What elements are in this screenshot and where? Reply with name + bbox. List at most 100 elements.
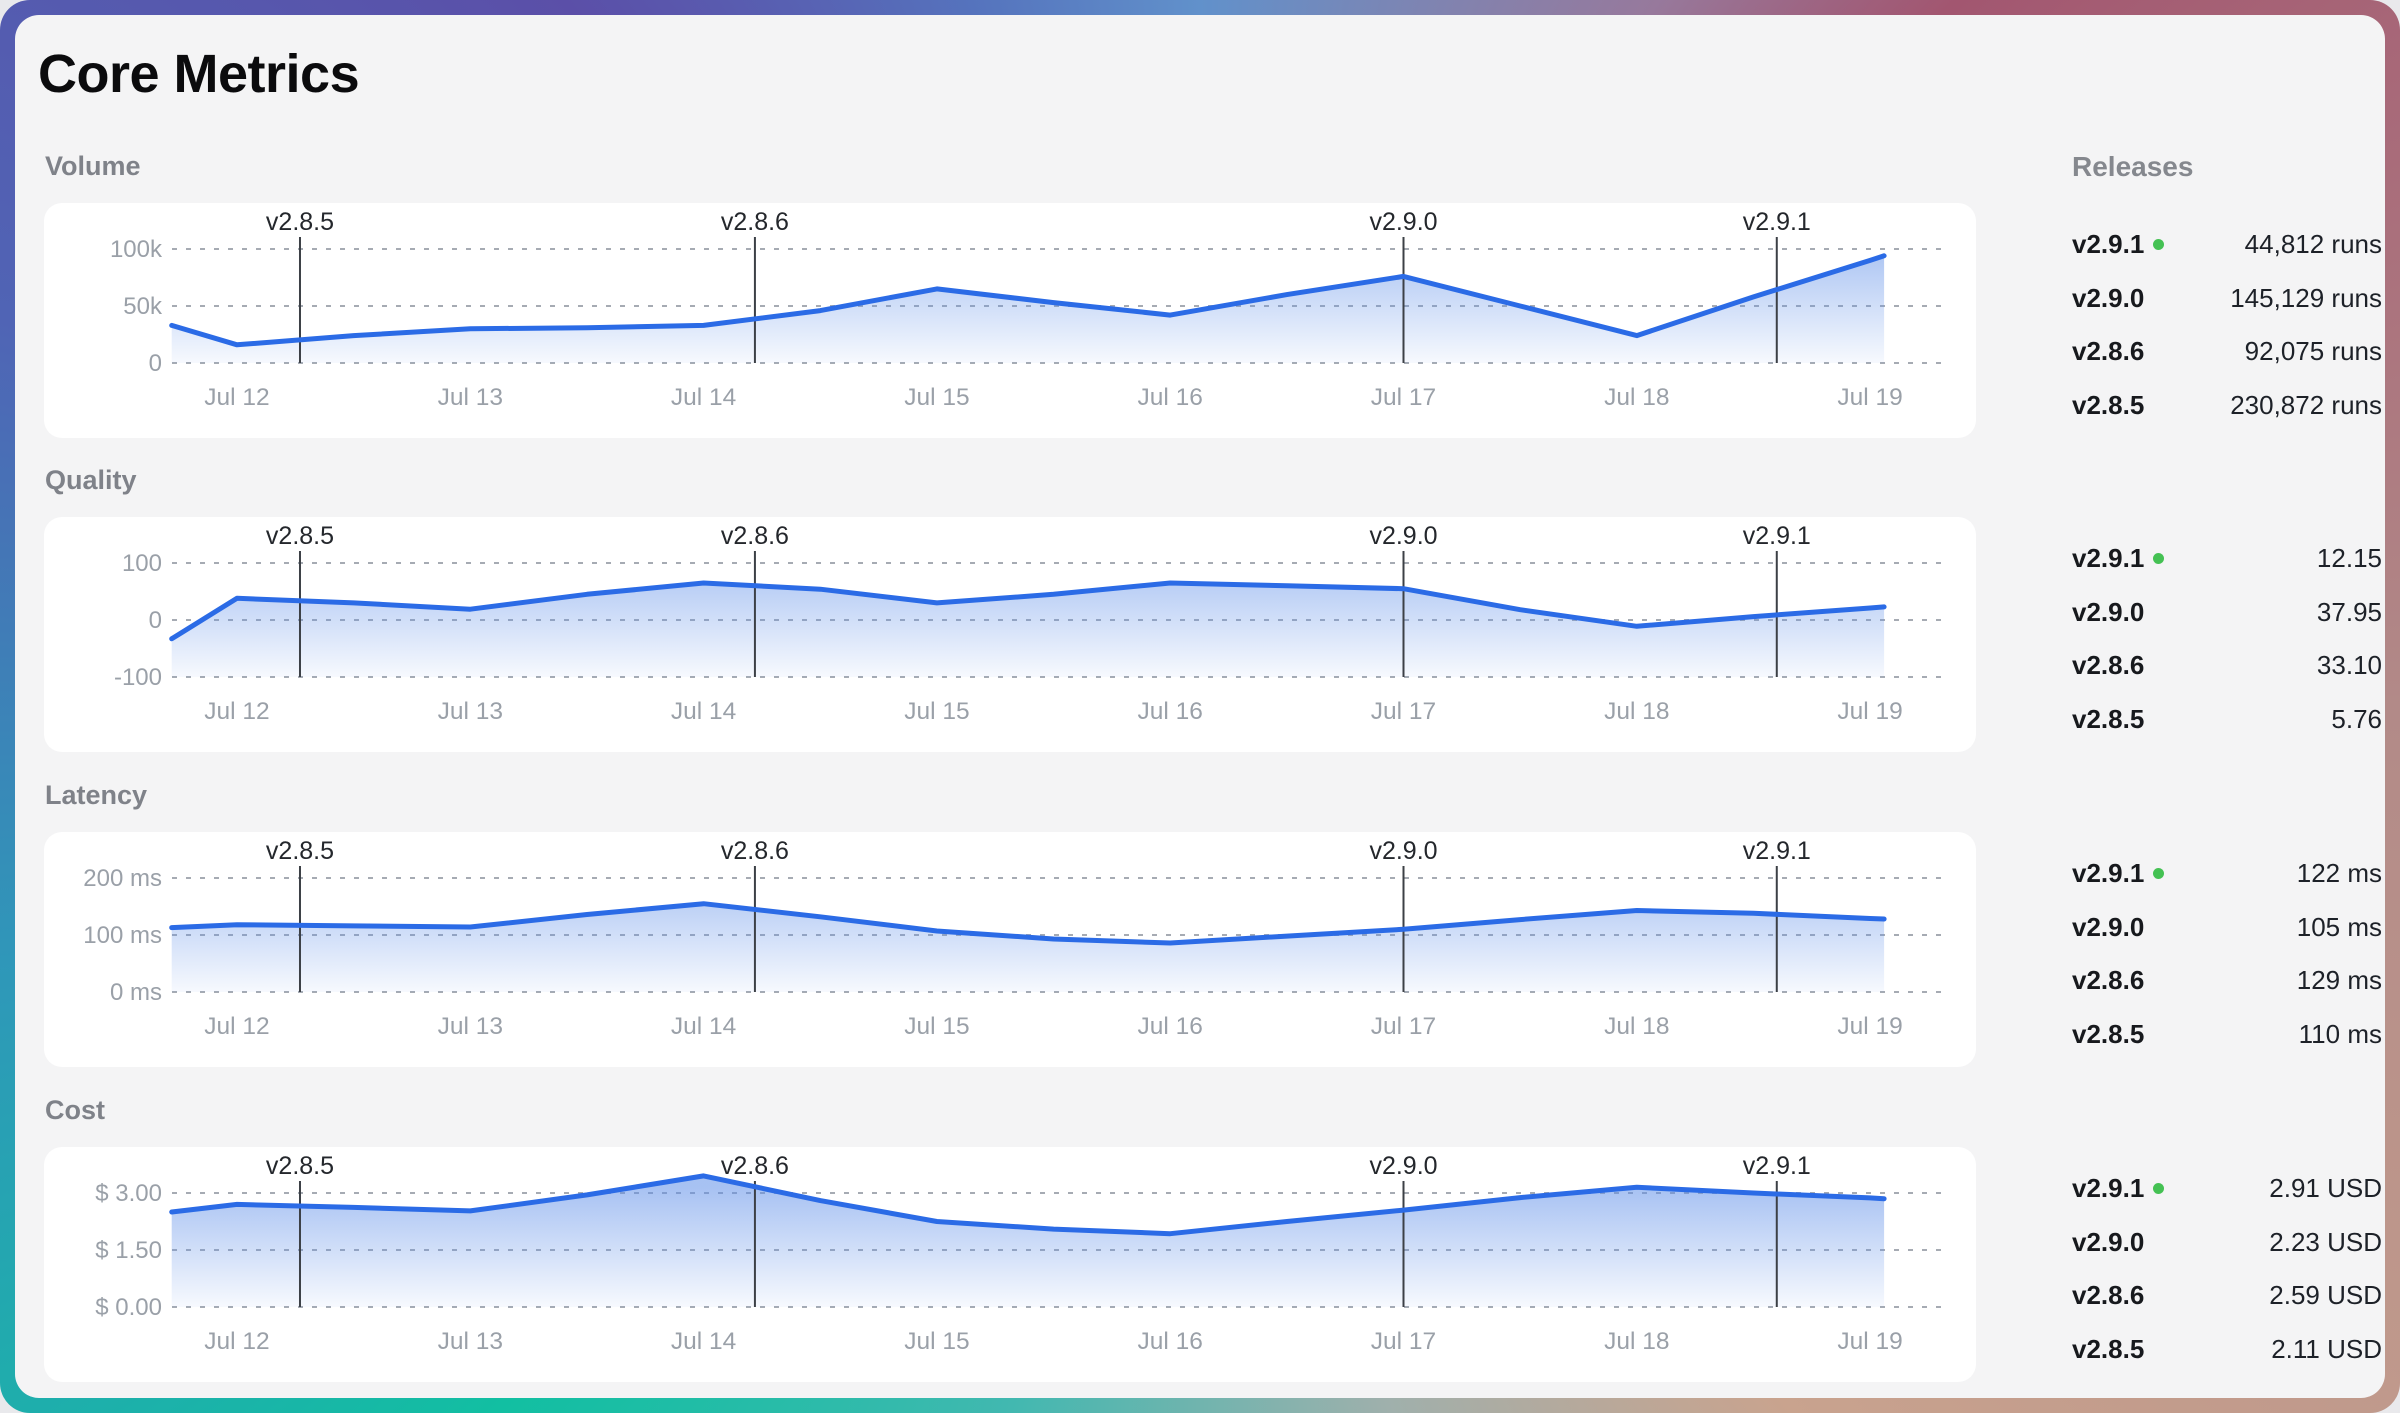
release-row: v2.9.1 2.91 USD	[2072, 1162, 2382, 1216]
svg-text:v2.9.1: v2.9.1	[1743, 522, 1811, 550]
release-row: v2.8.6 92,075 runs	[2072, 325, 2382, 379]
svg-text:Jul 19: Jul 19	[1837, 1328, 1902, 1355]
svg-text:$ 1.50: $ 1.50	[95, 1237, 162, 1264]
svg-text:v2.9.1: v2.9.1	[1743, 208, 1811, 236]
svg-text:Jul 14: Jul 14	[671, 698, 736, 725]
svg-text:0 ms: 0 ms	[110, 979, 162, 1006]
release-row: v2.9.1 12.15	[2072, 532, 2382, 586]
svg-text:Jul 16: Jul 16	[1138, 698, 1203, 725]
core-metrics-screen: Core Metrics Volume Quality Latency Cost…	[0, 0, 2400, 1413]
release-value: 2.23 USD	[2269, 1227, 2382, 1258]
release-value: 105 ms	[2297, 912, 2382, 943]
svg-text:Jul 18: Jul 18	[1604, 1013, 1669, 1040]
svg-text:$ 0.00: $ 0.00	[95, 1294, 162, 1321]
release-value: 122 ms	[2297, 858, 2382, 889]
dashboard-page: Core Metrics Volume Quality Latency Cost…	[15, 15, 2385, 1398]
release-row: v2.8.5 110 ms	[2072, 1008, 2382, 1062]
page-title: Core Metrics	[38, 43, 359, 105]
svg-text:Jul 18: Jul 18	[1604, 1328, 1669, 1355]
release-value: 44,812 runs	[2245, 229, 2382, 260]
latency-chart-card: 200 ms100 ms0 msv2.8.5v2.8.6v2.9.0v2.9.1…	[44, 832, 1976, 1067]
release-row: v2.9.0 105 ms	[2072, 901, 2382, 955]
section-label-volume: Volume	[45, 151, 141, 182]
latency-chart[interactable]: 200 ms100 ms0 msv2.8.5v2.8.6v2.9.0v2.9.1…	[44, 832, 1976, 1067]
svg-text:v2.9.0: v2.9.0	[1369, 522, 1437, 550]
volume-chart-card: 100k50k0v2.8.5v2.8.6v2.9.0v2.9.1Jul 12Ju…	[44, 203, 1976, 438]
release-version: v2.9.0	[2072, 597, 2144, 628]
release-value: 37.95	[2317, 597, 2382, 628]
latest-release-dot-icon	[2153, 553, 2164, 564]
release-value: 5.76	[2331, 704, 2382, 735]
quality-chart-card: 1000-100v2.8.5v2.8.6v2.9.0v2.9.1Jul 12Ju…	[44, 517, 1976, 752]
svg-text:Jul 16: Jul 16	[1138, 1013, 1203, 1040]
svg-text:0: 0	[149, 350, 162, 377]
release-value: 145,129 runs	[2230, 283, 2382, 314]
svg-text:v2.8.5: v2.8.5	[266, 208, 334, 236]
svg-text:Jul 15: Jul 15	[904, 384, 969, 411]
releases-group-volume: v2.9.1 44,812 runs v2.9.0 145,129 runs v…	[2072, 218, 2382, 432]
svg-text:Jul 12: Jul 12	[204, 1013, 269, 1040]
svg-text:Jul 18: Jul 18	[1604, 384, 1669, 411]
release-version: v2.8.5	[2072, 390, 2144, 421]
release-row: v2.9.1 122 ms	[2072, 847, 2382, 901]
svg-text:Jul 13: Jul 13	[438, 1013, 503, 1040]
svg-text:Jul 13: Jul 13	[438, 1328, 503, 1355]
releases-heading: Releases	[2072, 151, 2193, 183]
svg-text:Jul 13: Jul 13	[438, 698, 503, 725]
section-label-cost: Cost	[45, 1095, 105, 1126]
svg-text:Jul 17: Jul 17	[1371, 384, 1436, 411]
release-row: v2.8.6 2.59 USD	[2072, 1269, 2382, 1323]
release-version: v2.9.1	[2072, 229, 2164, 260]
latest-release-dot-icon	[2153, 868, 2164, 879]
release-version: v2.9.1	[2072, 858, 2164, 889]
latest-release-dot-icon	[2153, 239, 2164, 250]
quality-chart[interactable]: 1000-100v2.8.5v2.8.6v2.9.0v2.9.1Jul 12Ju…	[44, 517, 1976, 752]
latest-release-dot-icon	[2153, 1183, 2164, 1194]
cost-chart-card: $ 3.00$ 1.50$ 0.00v2.8.5v2.8.6v2.9.0v2.9…	[44, 1147, 1976, 1382]
release-value: 92,075 runs	[2245, 336, 2382, 367]
svg-text:100k: 100k	[110, 236, 163, 263]
release-row: v2.8.6 33.10	[2072, 639, 2382, 693]
release-row: v2.8.5 5.76	[2072, 693, 2382, 747]
release-version: v2.9.1	[2072, 1173, 2164, 1204]
release-version: v2.8.6	[2072, 965, 2144, 996]
svg-text:Jul 12: Jul 12	[204, 384, 269, 411]
releases-group-quality: v2.9.1 12.15 v2.9.0 37.95 v2.8.6 33.10 v…	[2072, 532, 2382, 746]
svg-text:$ 3.00: $ 3.00	[95, 1180, 162, 1207]
svg-text:v2.8.6: v2.8.6	[721, 208, 789, 236]
cost-chart[interactable]: $ 3.00$ 1.50$ 0.00v2.8.5v2.8.6v2.9.0v2.9…	[44, 1147, 1976, 1382]
release-value: 2.11 USD	[2271, 1334, 2382, 1365]
release-value: 110 ms	[2299, 1019, 2382, 1050]
release-version: v2.8.5	[2072, 1334, 2144, 1365]
release-value: 2.59 USD	[2269, 1280, 2382, 1311]
release-version: v2.8.6	[2072, 1280, 2144, 1311]
release-version: v2.8.5	[2072, 1019, 2144, 1050]
svg-text:Jul 15: Jul 15	[904, 698, 969, 725]
release-row: v2.9.1 44,812 runs	[2072, 218, 2382, 272]
svg-text:v2.9.0: v2.9.0	[1369, 208, 1437, 236]
release-version: v2.8.6	[2072, 336, 2144, 367]
svg-text:Jul 14: Jul 14	[671, 1013, 736, 1040]
release-value: 2.91 USD	[2269, 1173, 2382, 1204]
svg-text:100: 100	[122, 550, 162, 577]
svg-text:v2.8.5: v2.8.5	[266, 522, 334, 550]
svg-text:v2.9.1: v2.9.1	[1743, 1152, 1811, 1180]
volume-chart[interactable]: 100k50k0v2.8.5v2.8.6v2.9.0v2.9.1Jul 12Ju…	[44, 203, 1976, 438]
svg-text:Jul 19: Jul 19	[1837, 698, 1902, 725]
svg-text:Jul 13: Jul 13	[438, 384, 503, 411]
release-row: v2.9.0 37.95	[2072, 586, 2382, 640]
release-version: v2.9.1	[2072, 543, 2164, 574]
svg-text:200 ms: 200 ms	[83, 865, 162, 892]
svg-text:Jul 14: Jul 14	[671, 1328, 736, 1355]
svg-text:Jul 12: Jul 12	[204, 698, 269, 725]
release-version: v2.9.0	[2072, 912, 2144, 943]
release-version: v2.9.0	[2072, 1227, 2144, 1258]
release-value: 230,872 runs	[2230, 390, 2382, 421]
svg-text:v2.8.6: v2.8.6	[721, 522, 789, 550]
release-row: v2.8.5 230,872 runs	[2072, 379, 2382, 433]
svg-text:Jul 15: Jul 15	[904, 1013, 969, 1040]
svg-text:v2.9.0: v2.9.0	[1369, 837, 1437, 865]
svg-text:v2.8.6: v2.8.6	[721, 837, 789, 865]
svg-text:v2.9.1: v2.9.1	[1743, 837, 1811, 865]
section-label-latency: Latency	[45, 780, 147, 811]
